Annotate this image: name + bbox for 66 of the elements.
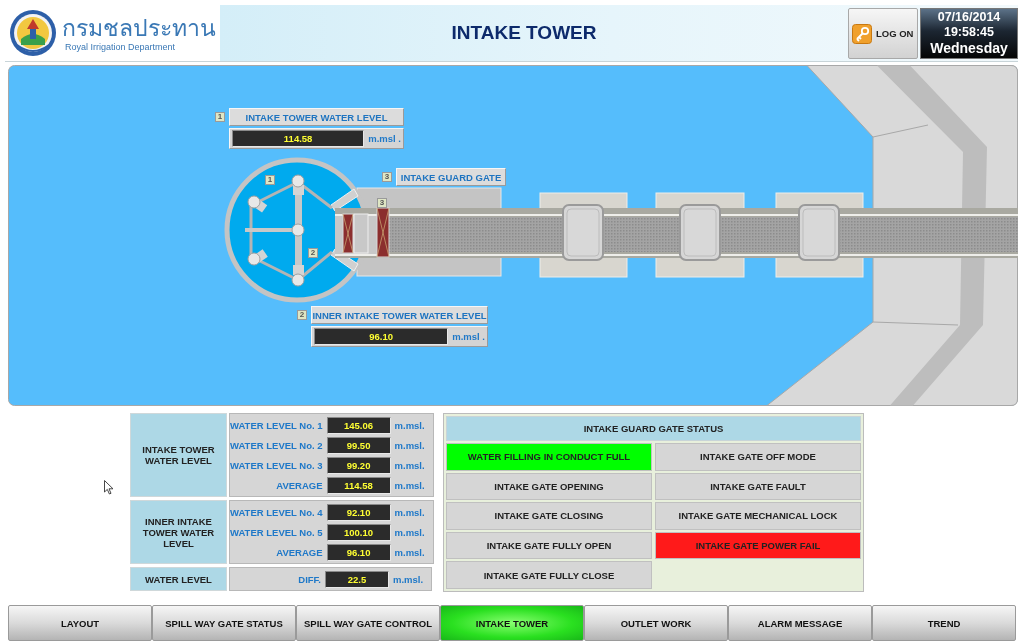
key-icon — [852, 23, 872, 44]
reading-label: WATER LEVEL No. 5 — [230, 526, 323, 538]
reading-label: WATER LEVEL No. 1 — [230, 419, 323, 431]
reading-label: WATER LEVEL No. 3 — [230, 459, 323, 471]
reading-label: WATER LEVEL No. 2 — [230, 439, 323, 451]
callout-number: 1 — [265, 175, 275, 185]
nav-tab[interactable]: SPILL WAY GATE STATUS — [152, 605, 296, 641]
reading-label: AVERAGE — [275, 479, 323, 491]
reading-label: DIFF. — [297, 573, 321, 585]
callout-number: 3 — [382, 172, 392, 182]
value-display: 100.10 — [326, 523, 391, 541]
level-display: 114.58 — [232, 130, 365, 147]
unit-label: m.msl. — [394, 479, 426, 491]
status-indicator: INTAKE GATE FULLY OPEN — [446, 531, 652, 560]
callout-number: 3 — [377, 198, 387, 208]
value-display: 114.58 — [326, 476, 391, 494]
emblem-icon — [9, 9, 57, 57]
time-text: 19:58:45 — [943, 25, 994, 40]
callout-number: 2 — [308, 248, 318, 258]
value-display: 92.10 — [326, 503, 391, 521]
weekday-text: Wednesday — [930, 40, 1008, 57]
reading-label: WATER LEVEL No. 4 — [230, 506, 323, 518]
nav-tab[interactable]: ALARM MESSAGE — [728, 605, 872, 641]
unit-label: m.msl. — [394, 459, 426, 471]
department-name-thai: กรมชลประทาน — [62, 14, 216, 42]
level-display: 96.10 — [314, 328, 449, 345]
mouse-pointer-icon — [104, 480, 114, 495]
status-indicator: INTAKE GATE MECHANICAL LOCK — [655, 502, 861, 530]
unit-label: m.msl. — [394, 526, 426, 538]
status-indicator: WATER FILLING IN CONDUCT FULL — [446, 443, 652, 471]
unit-label: m.msl. — [394, 419, 426, 431]
page-title: INTAKE TOWER — [451, 22, 597, 44]
callout-number: 1 — [215, 112, 225, 122]
value-display: 99.50 — [326, 436, 391, 454]
unit-label: m.msl . — [452, 331, 485, 342]
nav-tab[interactable]: SPILL WAY GATE CONTROL — [296, 605, 440, 641]
callout-label: INNER INTAKE TOWER WATER LEVEL — [311, 306, 488, 324]
date-text: 07/16/2014 — [937, 10, 1001, 25]
unit-label: m.msl. — [393, 573, 425, 585]
nav-tab[interactable]: TREND — [872, 605, 1016, 641]
nav-tab[interactable]: OUTLET WORK — [584, 605, 728, 641]
status-indicator: INTAKE GATE FAULT — [655, 472, 861, 501]
value-display: 96.10 — [326, 543, 391, 561]
status-indicator: INTAKE GATE CLOSING — [446, 502, 652, 530]
callout-label: INTAKE GUARD GATE — [396, 168, 506, 186]
status-title: INTAKE GUARD GATE STATUS — [446, 416, 861, 441]
group-title: INNER INTAKE TOWER WATER LEVEL — [130, 500, 227, 564]
group-title: WATER LEVEL — [130, 567, 227, 591]
callout-number: 2 — [297, 310, 307, 320]
unit-label: m.msl. — [394, 506, 426, 518]
nav-tab[interactable]: LAYOUT — [8, 605, 152, 641]
unit-label: m.msl. — [394, 439, 426, 451]
group-title: INTAKE TOWER WATER LEVEL — [130, 413, 227, 497]
value-display: 145.06 — [326, 416, 391, 434]
reading-label: AVERAGE — [275, 546, 323, 558]
status-indicator: INTAKE GATE OPENING — [446, 472, 652, 501]
log-on-button[interactable]: LOG ON — [848, 8, 918, 59]
department-name: Royal Irrigation Department — [65, 42, 177, 52]
unit-label: m.msl. — [394, 546, 426, 558]
callout-label: INTAKE TOWER WATER LEVEL — [229, 108, 404, 126]
status-indicator: INTAKE GATE FULLY CLOSE — [446, 561, 652, 589]
unit-label: m.msl . — [368, 133, 401, 144]
value-display: 99.20 — [326, 456, 391, 474]
nav-tab[interactable]: INTAKE TOWER — [440, 605, 584, 641]
value-display: 22.5 — [325, 570, 389, 588]
status-indicator: INTAKE GATE POWER FAIL — [655, 531, 861, 560]
